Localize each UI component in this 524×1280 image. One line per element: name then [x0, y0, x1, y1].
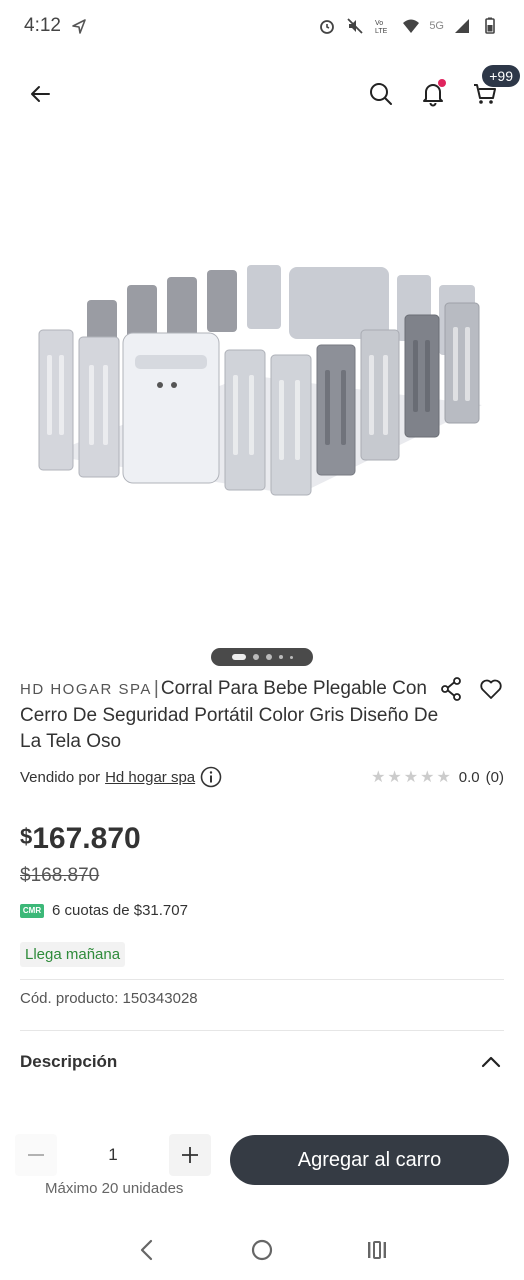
chevron-up-icon	[481, 1056, 501, 1068]
recents-icon	[367, 1241, 386, 1259]
cart-count-badge: +99	[482, 65, 520, 87]
home-circle-icon	[251, 1239, 273, 1261]
share-icon	[441, 677, 461, 701]
star-icon: ★	[420, 769, 435, 786]
divider	[20, 1030, 504, 1031]
divider	[20, 979, 504, 980]
status-time: 4:12	[24, 15, 61, 36]
star-icon: ★	[371, 769, 386, 786]
increase-quantity-button[interactable]	[169, 1134, 211, 1176]
product-title-block: HD HOGAR SPA | Corral Para Bebe Plegable C…	[20, 676, 440, 755]
status-bar: 4:12 Vo LTE 5G	[0, 0, 524, 52]
wifi-icon	[403, 19, 420, 33]
favorite-button[interactable]	[478, 676, 504, 702]
system-home-button[interactable]	[242, 1230, 282, 1270]
installments-row: CMR 6 cuotas de $31.707	[20, 902, 188, 919]
info-icon[interactable]	[200, 766, 222, 788]
quantity-selector: Máximo 20 unidades	[15, 1134, 215, 1197]
carousel-dot	[252, 654, 259, 660]
svg-text:Vo: Vo	[375, 20, 383, 27]
installments-text: 6 cuotas de $31.707	[52, 902, 188, 919]
delivery-badge: Llega mañana	[20, 942, 126, 967]
seller-prefix: Vendido por	[20, 768, 101, 786]
search-button[interactable]	[362, 73, 400, 115]
rating-value: 0.0	[458, 768, 480, 786]
svg-text:LTE: LTE	[375, 28, 388, 35]
carousel-dot-active	[231, 654, 246, 660]
carousel-dot	[289, 655, 293, 659]
product-code: Cód. producto: 150343028	[20, 990, 198, 1007]
volte-icon: VoLTE	[375, 20, 388, 35]
carousel-dot	[278, 655, 283, 659]
title-actions	[438, 676, 504, 702]
title-separator: |	[153, 678, 159, 699]
seller-link[interactable]: Hd hogar spa	[105, 769, 195, 786]
signal-icon	[455, 19, 469, 33]
product-rating[interactable]: ★ ★ ★ ★ ★ 0.0 (0)	[371, 767, 504, 787]
notifications-button[interactable]	[414, 73, 452, 115]
system-back-button[interactable]	[127, 1230, 167, 1270]
cart-button[interactable]: +99	[466, 65, 520, 115]
description-toggle[interactable]: Descripción	[20, 1044, 504, 1080]
arrow-left-icon	[31, 86, 50, 102]
notification-dot	[438, 79, 446, 87]
currency-symbol: $	[20, 824, 33, 849]
cmr-badge: CMR	[20, 903, 44, 918]
share-button[interactable]	[438, 676, 464, 702]
plus-icon	[182, 1147, 198, 1163]
product-image[interactable]	[0, 135, 524, 645]
navigation-icon	[72, 19, 86, 34]
alarm-icon	[320, 20, 335, 34]
quantity-input[interactable]	[57, 1134, 169, 1176]
back-chevron-icon	[141, 1239, 153, 1261]
current-price-value: 167.870	[32, 822, 141, 855]
system-recents-button[interactable]	[357, 1230, 397, 1270]
star-icon: ★	[403, 769, 419, 786]
network-type: 5G	[429, 20, 444, 32]
heart-icon	[480, 679, 502, 699]
max-quantity-label: Máximo 20 unidades	[45, 1180, 184, 1197]
rating-count: (0)	[485, 768, 504, 786]
carousel-dot	[265, 654, 272, 660]
old-price: $168.870	[20, 865, 100, 886]
minus-icon	[28, 1154, 44, 1156]
product-brand[interactable]: HD HOGAR SPA	[20, 681, 152, 698]
battery-icon	[485, 17, 495, 34]
seller-row: Vendido por Hd hogar spa ★ ★ ★ ★ ★ 0.0 (…	[20, 766, 504, 788]
description-label: Descripción	[20, 1052, 118, 1071]
current-price: $167.870	[20, 822, 141, 856]
back-button[interactable]	[20, 73, 62, 115]
decrease-quantity-button[interactable]	[15, 1134, 57, 1176]
search-icon	[370, 83, 392, 105]
playpen-image	[38, 265, 482, 496]
add-to-cart-button[interactable]: Agregar al carro	[230, 1135, 509, 1185]
image-carousel-indicator	[211, 648, 313, 666]
mute-icon	[347, 18, 363, 34]
star-icon: ★	[436, 769, 451, 786]
star-icon: ★	[387, 769, 402, 786]
app-header: +99	[0, 60, 524, 128]
system-nav-bar	[0, 1220, 524, 1280]
